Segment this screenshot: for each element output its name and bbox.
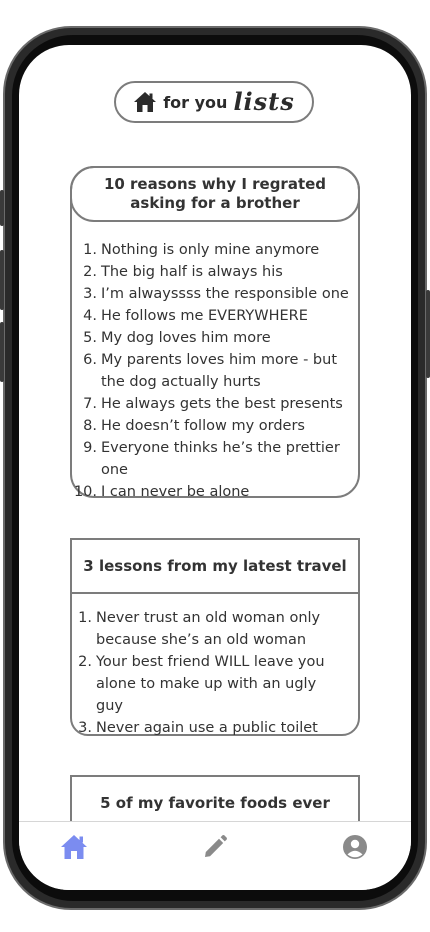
page-header: for you lists [114,81,314,123]
list-item: 8. He doesn’t follow my orders [83,418,305,434]
home-icon [133,91,157,113]
volume-down-button [0,322,4,382]
nav-edit-button[interactable] [198,834,232,864]
list-item: 2. Your best friend WILL leave you alone … [78,654,325,714]
nav-home-button[interactable] [57,834,91,864]
nav-profile-button[interactable] [338,834,372,864]
list-item: 4. He follows me EVERYWHERE [83,308,308,324]
bottom-nav [19,821,411,890]
user-circle-icon [342,834,368,864]
list-card-travel[interactable]: 3 lessons from my latest travel 1. Never … [70,538,360,736]
silent-switch [0,190,4,226]
power-button [426,290,430,378]
header-for-you: for you [163,92,228,112]
list-item: 1. Nothing is only mine anymore [83,242,320,258]
list-item: 9. Everyone thinks he’s the prettier one [83,440,340,478]
list-items: 1. Never trust an old woman only because … [72,594,358,739]
list-item: 10. I can never be alone [73,484,250,500]
list-item: 5. My dog loves him more [83,330,271,346]
app-screen: for you lists 10 reasons why I regrated … [19,45,411,890]
list-card-foods[interactable]: 5 of my favorite foods ever [70,775,360,821]
list-item: 1. Never trust an old woman only because … [78,610,321,648]
volume-up-button [0,250,4,310]
list-item: 7. He always gets the best presents [83,396,343,412]
list-card-brother[interactable]: 10 reasons why I regrated asking for a b… [70,166,360,500]
list-item: 2. The big half is always his [83,264,283,280]
list-item: 3. I’m alwayssss the responsible one [83,286,349,302]
list-card-title: 3 lessons from my latest travel [72,540,358,594]
list-card-title: 5 of my favorite foods ever [100,794,330,812]
list-feed[interactable]: for you lists 10 reasons why I regrated … [19,45,411,821]
pencil-icon [202,834,228,864]
list-items: 1. Nothing is only mine anymore 2. The big… [72,222,358,503]
list-item: 6. My parents loves him more - but the do… [83,352,338,390]
home-icon [60,834,88,864]
list-card-title: 10 reasons why I regrated asking for a b… [70,166,360,222]
list-item: 3. Never again use a public toilet [78,720,318,736]
header-lists-logo: lists [233,86,295,116]
